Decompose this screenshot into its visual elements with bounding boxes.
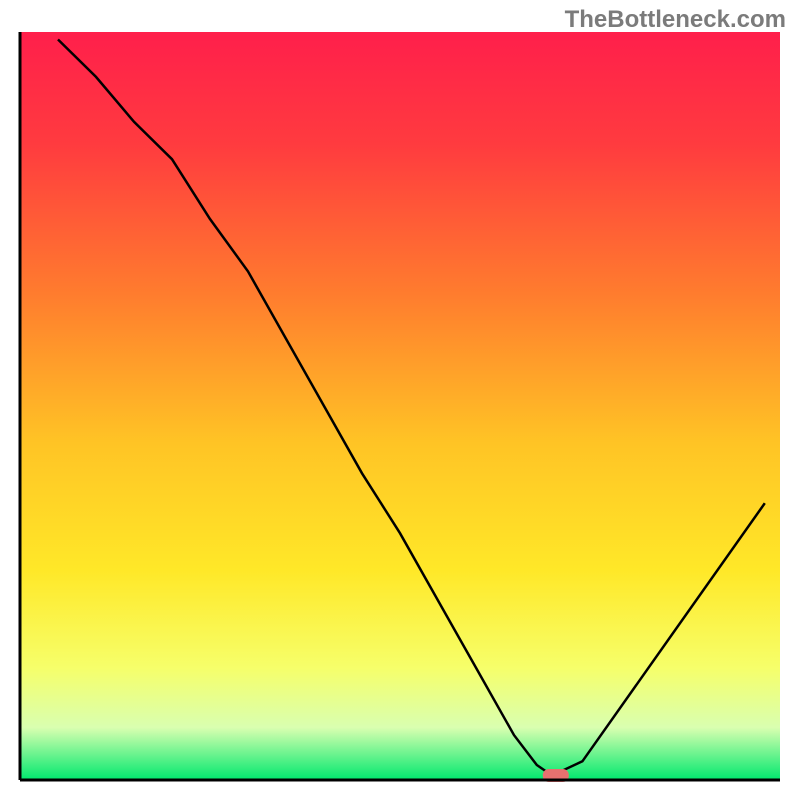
plot-background (20, 32, 780, 780)
chart-container: TheBottleneck.com (0, 0, 800, 800)
bottleneck-chart (0, 0, 800, 800)
watermark: TheBottleneck.com (565, 6, 786, 34)
